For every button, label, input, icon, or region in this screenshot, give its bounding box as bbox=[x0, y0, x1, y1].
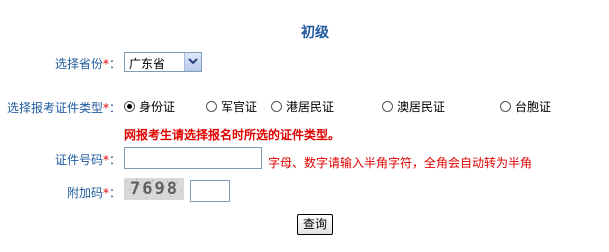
province-select-value: 广东省 bbox=[129, 57, 166, 71]
radio-dot[interactable] bbox=[206, 101, 217, 112]
radio-label: 港居民证 bbox=[286, 100, 335, 114]
id-number-hint: 字母、数字请输入半角字符，全角会自动转为半角 bbox=[268, 156, 533, 170]
captcha-text: 7698 bbox=[130, 179, 179, 199]
radio-id-card[interactable]: 身份证 bbox=[124, 98, 175, 115]
province-select[interactable]: 广东省 bbox=[124, 52, 202, 72]
radio-label: 澳居民证 bbox=[397, 100, 446, 114]
query-button[interactable]: 查询 bbox=[297, 214, 333, 235]
captcha-image: 7698 bbox=[124, 178, 184, 200]
province-label: 选择省份*： bbox=[54, 57, 121, 71]
radio-dot[interactable] bbox=[124, 101, 135, 112]
captcha-input[interactable] bbox=[190, 180, 230, 202]
radio-macau-resident[interactable]: 澳居民证 bbox=[382, 98, 445, 115]
radio-dot[interactable] bbox=[382, 101, 393, 112]
dropdown-button[interactable] bbox=[184, 53, 201, 71]
radio-label: 身份证 bbox=[139, 100, 176, 114]
radio-label: 军官证 bbox=[221, 100, 258, 114]
captcha-label: 附加码*： bbox=[66, 186, 121, 200]
radio-hk-resident[interactable]: 港居民证 bbox=[271, 98, 334, 115]
id-number-label: 证件号码*： bbox=[54, 153, 121, 167]
page-title: 初级 bbox=[301, 25, 329, 41]
id-number-input[interactable] bbox=[124, 147, 262, 169]
radio-dot[interactable] bbox=[500, 101, 511, 112]
radio-dot[interactable] bbox=[271, 101, 282, 112]
radio-officer-card[interactable]: 军官证 bbox=[206, 98, 257, 115]
radio-label: 台胞证 bbox=[515, 100, 552, 114]
chevron-down-icon bbox=[188, 58, 198, 65]
id-type-warning: 网报考生请选择报名时所选的证件类型。 bbox=[124, 128, 341, 142]
id-type-label: 选择报考证件类型*： bbox=[6, 101, 121, 115]
radio-taiwan-compatriot[interactable]: 台胞证 bbox=[500, 98, 551, 115]
